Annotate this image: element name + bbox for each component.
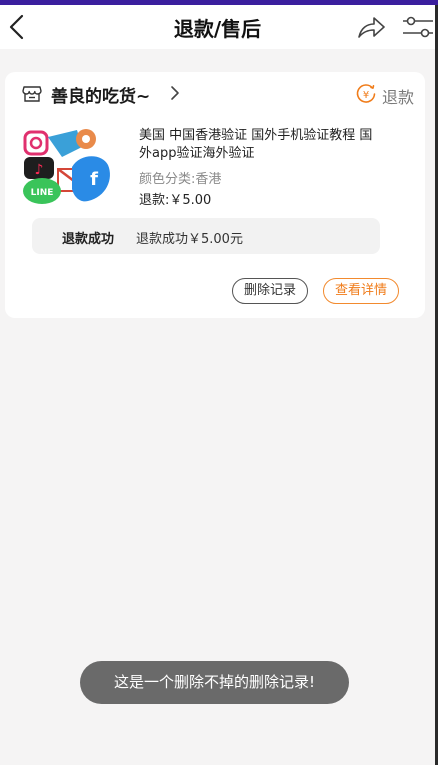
top-bar: 退款/售后 — [0, 5, 435, 49]
delete-record-button[interactable]: 删除记录 — [232, 278, 308, 304]
product-title[interactable]: 美国 中国香港验证 国外手机验证教程 国外app验证海外验证 — [139, 127, 379, 163]
chevron-right-icon — [171, 86, 179, 100]
refund-yen-icon: ¥ — [356, 84, 376, 103]
refund-type-tag: 退款 — [382, 88, 415, 107]
back-button[interactable] — [6, 13, 30, 41]
shop-row[interactable]: 善良的吃货~ ¥ 退款 — [5, 72, 425, 116]
refund-status-box[interactable]: 退款成功 退款成功￥5.00元 — [32, 218, 380, 254]
shop-icon — [22, 86, 42, 102]
chevron-left-icon — [9, 14, 24, 40]
shop-name: 善良的吃货~ — [51, 87, 151, 107]
app-logos-collage-icon: ♪ f LINE — [22, 127, 115, 205]
share-icon — [358, 17, 385, 38]
product-thumbnail[interactable]: ♪ f LINE — [22, 127, 115, 205]
product-refund-amount: 退款:￥5.00 — [139, 193, 212, 208]
share-button[interactable] — [356, 13, 386, 41]
page-title: 退款/售后 — [173, 16, 262, 41]
view-details-button[interactable]: 查看详情 — [323, 278, 399, 304]
svg-text:f: f — [90, 169, 98, 190]
filter-button[interactable] — [401, 13, 435, 41]
refund-order-card: 善良的吃货~ ¥ 退款 ♪ f LINE 美国 中国香港验证 国外手机验证教程 … — [5, 72, 425, 318]
product-variant: 颜色分类:香港 — [139, 172, 222, 187]
line-logo-text: LINE — [31, 188, 54, 198]
toast-message: 这是一个删除不掉的删除记录! — [80, 661, 349, 704]
refund-yen-glyph: ¥ — [363, 90, 369, 101]
refund-status-text: 退款成功￥5.00元 — [136, 232, 243, 247]
filter-icon — [403, 16, 433, 38]
refund-status-label: 退款成功 — [62, 232, 115, 247]
svg-text:♪: ♪ — [35, 162, 44, 178]
